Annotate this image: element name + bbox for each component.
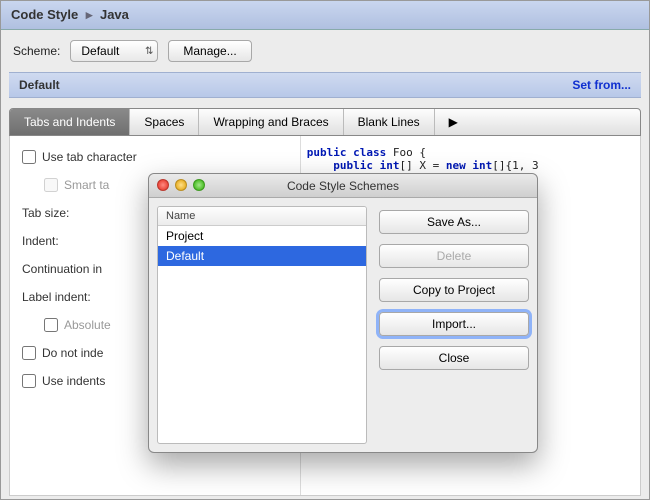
dialog-titlebar[interactable]: Code Style Schemes (149, 174, 537, 198)
do-not-indent-checkbox[interactable] (22, 346, 36, 360)
tab-spaces[interactable]: Spaces (130, 109, 199, 135)
smart-tabs-checkbox (44, 178, 58, 192)
dialog-buttons: Save As... Delete Copy to Project Import… (379, 206, 529, 444)
close-icon[interactable] (157, 179, 169, 191)
tab-bar: Tabs and Indents Spaces Wrapping and Bra… (9, 108, 641, 136)
tab-scroll-right-icon[interactable]: ▶ (435, 109, 472, 135)
delete-button: Delete (379, 244, 529, 268)
label-indent-label: Label indent: (22, 290, 91, 304)
traffic-lights (157, 179, 205, 191)
absolute-checkbox[interactable] (44, 318, 58, 332)
dialog-title: Code Style Schemes (287, 179, 399, 193)
use-indents-checkbox[interactable] (22, 374, 36, 388)
scheme-row: Scheme: Default Manage... (1, 30, 649, 72)
section-title: Default (19, 78, 60, 92)
list-header-name: Name (158, 207, 366, 226)
minimize-icon[interactable] (175, 179, 187, 191)
code-style-schemes-dialog: Code Style Schemes Name Project Default … (148, 173, 538, 453)
breadcrumb-root[interactable]: Code Style (11, 7, 78, 22)
use-indents-label: Use indents (42, 374, 105, 388)
set-from-link[interactable]: Set from... (572, 78, 631, 92)
tab-blank-lines[interactable]: Blank Lines (344, 109, 435, 135)
scheme-value: Default (81, 44, 119, 58)
import-button[interactable]: Import... (379, 312, 529, 336)
scheme-select[interactable]: Default (70, 40, 158, 62)
use-tab-label: Use tab character (42, 150, 137, 164)
save-as-button[interactable]: Save As... (379, 210, 529, 234)
smart-tabs-label: Smart ta (64, 178, 109, 192)
zoom-icon[interactable] (193, 179, 205, 191)
continuation-indent-label: Continuation in (22, 262, 102, 276)
section-header: Default Set from... (9, 72, 641, 98)
tab-tabs-indents[interactable]: Tabs and Indents (10, 109, 130, 135)
breadcrumb: Code Style ▸ Java (1, 1, 649, 30)
use-tab-checkbox[interactable] (22, 150, 36, 164)
manage-button[interactable]: Manage... (168, 40, 251, 62)
scheme-list[interactable]: Name Project Default (157, 206, 367, 444)
tab-size-label: Tab size: (22, 206, 69, 220)
close-button[interactable]: Close (379, 346, 529, 370)
breadcrumb-leaf: Java (100, 7, 129, 22)
list-item[interactable]: Project (158, 226, 366, 246)
absolute-label: Absolute (64, 318, 111, 332)
scheme-label: Scheme: (13, 44, 60, 58)
breadcrumb-separator-icon: ▸ (86, 7, 93, 22)
copy-to-project-button[interactable]: Copy to Project (379, 278, 529, 302)
list-item[interactable]: Default (158, 246, 366, 266)
dialog-body: Name Project Default Save As... Delete C… (149, 198, 537, 452)
tab-wrapping[interactable]: Wrapping and Braces (199, 109, 343, 135)
indent-label: Indent: (22, 234, 59, 248)
do-not-indent-label: Do not inde (42, 346, 103, 360)
